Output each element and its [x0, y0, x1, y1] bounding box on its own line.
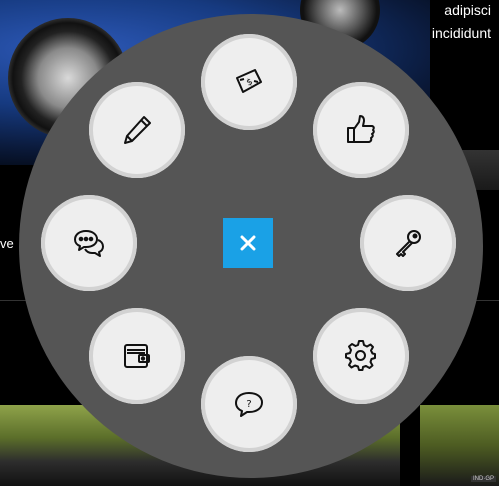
svg-text:?: ?: [246, 399, 251, 410]
key-icon: [396, 230, 421, 257]
settings-button[interactable]: [313, 308, 409, 404]
car-photo-bottom-right: IND·GP: [420, 405, 499, 486]
body-text-fragment: ve: [0, 236, 14, 251]
gear-icon: [345, 340, 376, 371]
thumbs-up-icon: [347, 115, 375, 143]
money-icon: $: [236, 69, 262, 93]
wallet-button[interactable]: [89, 308, 185, 404]
chat-button[interactable]: [41, 195, 137, 291]
body-text-line: adipisci: [444, 2, 491, 18]
key-button[interactable]: [360, 195, 456, 291]
help-button[interactable]: ?: [201, 356, 297, 452]
pencil-icon: [124, 116, 151, 144]
chat-bubbles-icon: [74, 230, 104, 257]
money-button[interactable]: $: [201, 34, 297, 130]
body-text-line: incididunt: [431, 25, 491, 41]
wallet-icon: [124, 344, 150, 368]
edit-button[interactable]: [89, 82, 185, 178]
question-bubble-icon: ?: [235, 392, 263, 417]
like-button[interactable]: [313, 82, 409, 178]
close-icon: [240, 235, 256, 251]
close-button[interactable]: [223, 218, 273, 268]
